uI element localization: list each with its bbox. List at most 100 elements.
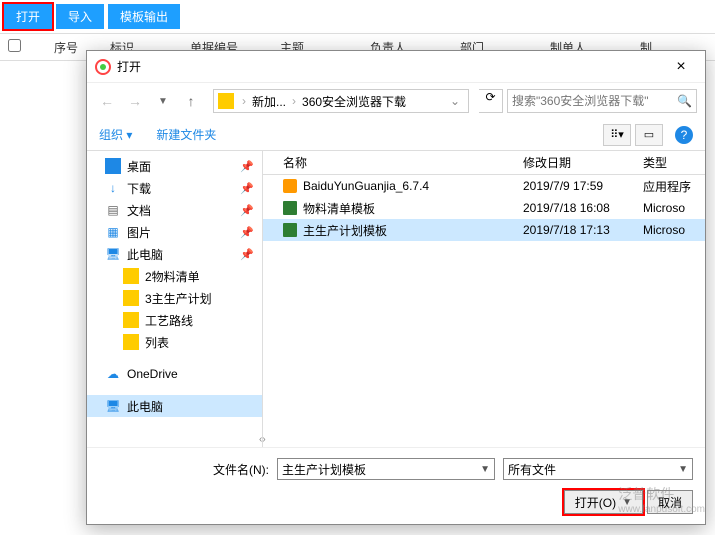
- desktop-icon: [105, 158, 121, 174]
- open-file-button[interactable]: 打开(O)▼: [564, 490, 643, 514]
- new-folder-button[interactable]: 新建文件夹: [156, 126, 216, 143]
- tree-item-label: 图片: [127, 224, 151, 241]
- filetype-select[interactable]: 所有文件 ▼: [503, 458, 693, 480]
- recent-dropdown[interactable]: ▼: [151, 89, 175, 113]
- file-icon: [283, 201, 297, 215]
- file-row[interactable]: 主生产计划模板2019/7/18 17:13Microso: [263, 219, 705, 241]
- view-mode-button[interactable]: ⠿ ▾: [603, 124, 631, 146]
- pin-icon: 📌: [240, 204, 254, 217]
- tree-item[interactable]: 桌面 📌: [87, 155, 262, 177]
- breadcrumb[interactable]: › 新加... › 360安全浏览器下载 ⌄: [213, 89, 469, 113]
- pin-icon: 📌: [240, 226, 254, 239]
- pc-icon: 🖥: [105, 246, 121, 262]
- tree-item[interactable]: ☁ OneDrive: [87, 363, 262, 385]
- folder-icon: [123, 334, 139, 350]
- tree-item[interactable]: 🖥 此电脑: [87, 395, 262, 417]
- tree-item[interactable]: 2物料清单: [87, 265, 262, 287]
- nav-bar: ← → ▼ ↑ › 新加... › 360安全浏览器下载 ⌄ ⟳ 🔍: [87, 83, 705, 119]
- tree-item-label: 工艺路线: [145, 312, 193, 329]
- refresh-button[interactable]: ⟳: [479, 89, 503, 113]
- file-type: Microso: [643, 201, 705, 215]
- chevron-down-icon[interactable]: ⌄: [446, 94, 464, 108]
- import-button[interactable]: 导入: [56, 4, 104, 29]
- col-name[interactable]: 名称: [263, 154, 523, 171]
- folder-icon: [123, 268, 139, 284]
- file-icon: [283, 223, 297, 237]
- pc-icon: 🖥: [105, 398, 121, 414]
- chevron-right-icon: ›: [238, 94, 250, 108]
- folder-icon: [218, 93, 234, 109]
- tree-item[interactable]: 🖥 此电脑 📌: [87, 243, 262, 265]
- chevron-right-icon: ›: [288, 94, 300, 108]
- cloud-icon: ☁: [105, 366, 121, 382]
- tree-item-label: 此电脑: [127, 246, 163, 263]
- file-name: BaiduYunGuanjia_6.7.4: [303, 179, 429, 193]
- file-name: 物料清单模板: [303, 200, 375, 217]
- filename-input[interactable]: 主生产计划模板 ▼: [277, 458, 495, 480]
- tree-item-label: OneDrive: [127, 367, 178, 381]
- dialog-footer: 文件名(N): 主生产计划模板 ▼ 所有文件 ▼ 打开(O)▼ 取消: [87, 447, 705, 524]
- tree-item[interactable]: 列表: [87, 331, 262, 353]
- dialog-titlebar: 打开 ×: [87, 51, 705, 83]
- pin-icon: 📌: [240, 160, 254, 173]
- breadcrumb-item[interactable]: 360安全浏览器下载: [300, 93, 408, 110]
- pic-icon: ▦: [105, 224, 121, 240]
- chevron-down-icon[interactable]: ▼: [622, 497, 632, 508]
- chevron-down-icon[interactable]: ▼: [678, 464, 688, 475]
- organize-menu[interactable]: 组织 ▾: [99, 126, 132, 143]
- tree-item-label: 桌面: [127, 158, 151, 175]
- file-date: 2019/7/9 17:59: [523, 179, 643, 193]
- app-icon: [95, 59, 111, 75]
- dialog-toolbar: 组织 ▾ 新建文件夹 ⠿ ▾ ▭ ?: [87, 119, 705, 151]
- dialog-title: 打开: [117, 58, 665, 75]
- doc-icon: ▤: [105, 202, 121, 218]
- file-date: 2019/7/18 16:08: [523, 201, 643, 215]
- col-date[interactable]: 修改日期: [523, 154, 643, 171]
- forward-button[interactable]: →: [123, 89, 147, 113]
- search-icon[interactable]: 🔍: [677, 94, 692, 108]
- tree-item-label: 此电脑: [127, 398, 163, 415]
- up-button[interactable]: ↑: [179, 89, 203, 113]
- file-list-header: 名称 修改日期 类型: [263, 151, 705, 175]
- file-row[interactable]: BaiduYunGuanjia_6.7.4 2019/7/9 17:59应用程序: [263, 175, 705, 197]
- tree-item[interactable]: 3主生产计划: [87, 287, 262, 309]
- search-input[interactable]: [512, 94, 677, 108]
- tree-item-label: 列表: [145, 334, 169, 351]
- chevron-down-icon[interactable]: ▼: [480, 464, 490, 475]
- tree-item[interactable]: ▦ 图片 📌: [87, 221, 262, 243]
- template-output-button[interactable]: 模板输出: [108, 4, 180, 29]
- file-type: 应用程序: [643, 178, 705, 195]
- search-box[interactable]: 🔍: [507, 89, 697, 113]
- folder-tree: 桌面 📌 ↓ 下载 📌 ▤ 文档 📌 ▦ 图片 📌 🖥 此电脑 📌 2物料清单 3主生产计划工艺路线列表 ☁ On…: [87, 151, 263, 447]
- folder-icon: [123, 312, 139, 328]
- cancel-button[interactable]: 取消: [647, 490, 693, 514]
- file-date: 2019/7/18 17:13: [523, 223, 643, 237]
- back-button[interactable]: ←: [95, 89, 119, 113]
- tree-item[interactable]: 工艺路线: [87, 309, 262, 331]
- tree-item[interactable]: ▤ 文档 📌: [87, 199, 262, 221]
- file-row[interactable]: 物料清单模板 2019/7/18 16:08Microso: [263, 197, 705, 219]
- tree-item[interactable]: ↓ 下载 📌: [87, 177, 262, 199]
- download-icon: ↓: [105, 180, 121, 196]
- file-open-dialog: 打开 × ← → ▼ ↑ › 新加... › 360安全浏览器下载 ⌄ ⟳ 🔍 …: [86, 50, 706, 525]
- help-button[interactable]: ?: [675, 126, 693, 144]
- file-list: ‹› 名称 修改日期 类型 BaiduYunGuanjia_6.7.42019/…: [263, 151, 705, 447]
- tree-item-label: 文档: [127, 202, 151, 219]
- breadcrumb-item[interactable]: 新加...: [250, 93, 288, 110]
- close-icon[interactable]: ×: [665, 58, 697, 76]
- main-toolbar: 打开 导入 模板输出: [0, 0, 715, 33]
- tree-item-label: 2物料清单: [145, 268, 200, 285]
- resize-handle-icon[interactable]: ‹›: [259, 434, 266, 445]
- folder-icon: [123, 290, 139, 306]
- pin-icon: 📌: [240, 182, 254, 195]
- tree-item-label: 下载: [127, 180, 151, 197]
- col-type[interactable]: 类型: [643, 154, 705, 171]
- open-button[interactable]: 打开: [4, 4, 52, 29]
- tree-item-label: 3主生产计划: [145, 290, 212, 307]
- pin-icon: 📌: [240, 248, 254, 261]
- file-icon: [283, 179, 297, 193]
- file-type: Microso: [643, 223, 705, 237]
- select-all-checkbox[interactable]: [8, 39, 21, 52]
- preview-pane-button[interactable]: ▭: [635, 124, 663, 146]
- filename-label: 文件名(N):: [99, 461, 269, 478]
